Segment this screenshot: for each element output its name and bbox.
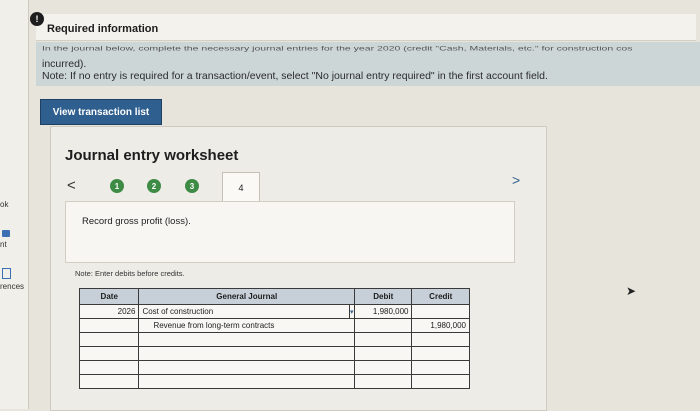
- chevron-right-icon[interactable]: >: [512, 172, 520, 188]
- account-cell[interactable]: [138, 360, 356, 375]
- alert-icon: !: [30, 12, 44, 26]
- journal-entry-worksheet: Journal entry worksheet < 1 2 3 4 Record…: [50, 126, 547, 411]
- rail-icon: [2, 230, 10, 237]
- credit-cell[interactable]: [411, 360, 470, 375]
- instructions-note: Note: If no entry is required for a tran…: [42, 70, 548, 82]
- account-cell[interactable]: [138, 374, 356, 389]
- account-cell[interactable]: Revenue from long-term contracts: [138, 318, 356, 333]
- date-cell[interactable]: [78, 346, 140, 361]
- debit-column-header: Debit: [354, 288, 413, 305]
- date-cell[interactable]: [78, 318, 140, 333]
- date-cell[interactable]: [78, 332, 140, 347]
- table-row: [78, 374, 470, 389]
- credit-cell[interactable]: [411, 374, 470, 389]
- account-cell[interactable]: Cost of construction: [138, 304, 350, 319]
- instructions-panel: In the journal below, complete the neces…: [36, 42, 700, 86]
- debit-cell[interactable]: 1,980,000: [354, 304, 413, 319]
- general-journal-column-header: General Journal: [138, 288, 356, 305]
- table-row: [78, 332, 470, 347]
- table-row: 2026 Cost of construction ▾ 1,980,000: [78, 304, 470, 319]
- debit-cell[interactable]: [354, 332, 413, 347]
- mouse-cursor-icon: ➤: [626, 284, 637, 298]
- required-info-header: Required information: [36, 14, 696, 41]
- entry-description: Record gross profit (loss).: [82, 216, 191, 227]
- chevron-left-icon[interactable]: <: [67, 177, 76, 194]
- instructions-line-1: In the journal below, complete the neces…: [42, 45, 633, 53]
- journal-table: Date General Journal Debit Credit 2026 C…: [78, 288, 470, 389]
- credit-cell[interactable]: [411, 332, 470, 347]
- credit-column-header: Credit: [411, 288, 470, 305]
- credit-cell[interactable]: 1,980,000: [411, 318, 470, 333]
- rail-item-label: rences: [0, 282, 25, 291]
- entry-description-box: Record gross profit (loss).: [65, 201, 515, 263]
- debit-cell[interactable]: [354, 346, 413, 361]
- required-info-title: Required information: [47, 23, 159, 35]
- tab-step-4[interactable]: 4: [222, 172, 260, 203]
- table-row: [78, 346, 470, 361]
- journal-table-header: Date General Journal Debit Credit: [78, 288, 470, 305]
- table-row: Revenue from long-term contracts 1,980,0…: [78, 318, 470, 333]
- debit-cell[interactable]: [354, 360, 413, 375]
- account-cell[interactable]: [138, 332, 356, 347]
- debit-cell[interactable]: [354, 318, 413, 333]
- step-1-button[interactable]: 1: [110, 179, 124, 193]
- credit-cell[interactable]: [411, 346, 470, 361]
- debit-cell[interactable]: [354, 374, 413, 389]
- left-rail: ok nt rences: [0, 0, 29, 409]
- date-cell[interactable]: 2026: [78, 304, 140, 319]
- date-cell[interactable]: [78, 360, 140, 375]
- date-column-header: Date: [78, 288, 140, 305]
- account-cell[interactable]: [138, 346, 356, 361]
- debits-credits-note: Note: Enter debits before credits.: [75, 269, 185, 278]
- step-2-button[interactable]: 2: [147, 179, 161, 193]
- document-icon: [2, 268, 11, 279]
- rail-item-label: ok: [0, 200, 9, 209]
- credit-cell[interactable]: [411, 304, 470, 319]
- instructions-line-2: incurred).: [42, 58, 87, 70]
- date-cell[interactable]: [78, 374, 140, 389]
- table-row: [78, 360, 470, 375]
- rail-item-label: nt: [0, 240, 7, 249]
- worksheet-title: Journal entry worksheet: [65, 147, 239, 164]
- view-transaction-list-button[interactable]: View transaction list: [40, 99, 162, 125]
- step-3-button[interactable]: 3: [185, 179, 199, 193]
